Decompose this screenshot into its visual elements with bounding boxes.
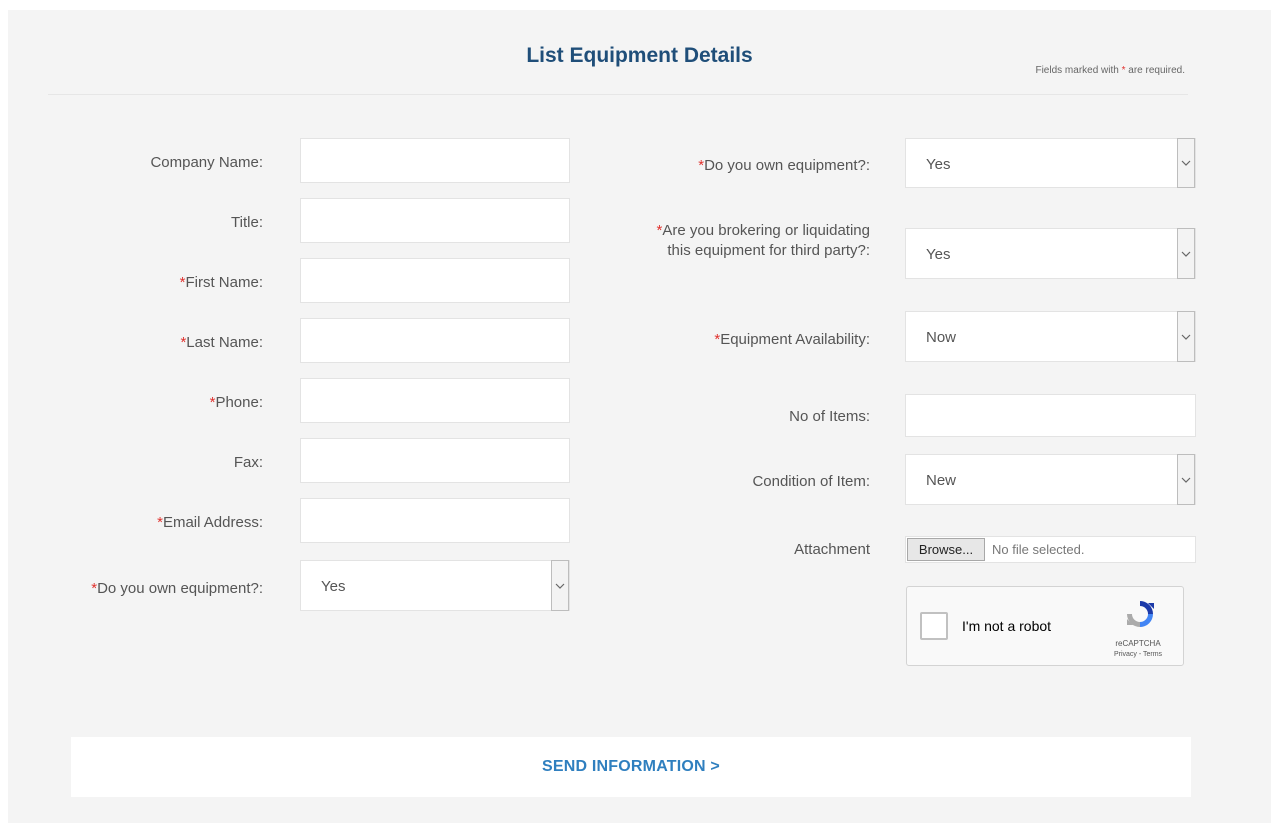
selected-value: Yes <box>926 156 951 173</box>
fax-input[interactable] <box>300 438 570 483</box>
own-equipment-label: *Do you own equipment?: <box>568 156 870 176</box>
phone-input[interactable] <box>300 378 570 423</box>
first-name-label: *First Name: <box>8 273 263 293</box>
label-text: Email Address: <box>162 514 263 531</box>
label-text: Are you brokering or liquidating <box>662 222 870 239</box>
company-name-label: Company Name: <box>8 153 263 173</box>
first-name-input[interactable] <box>300 258 570 303</box>
chevron-down-icon[interactable] <box>1177 228 1195 279</box>
label-text: Do you own equipment?: <box>97 580 263 597</box>
brokering-label-line1: *Are you brokering or liquidating <box>568 221 870 241</box>
own-equipment-select[interactable]: Yes <box>905 138 1196 188</box>
label-text: Title: <box>231 214 263 231</box>
chevron-down-icon[interactable] <box>1177 311 1195 362</box>
header-divider <box>48 94 1188 95</box>
phone-label: *Phone: <box>8 393 263 413</box>
label-text: Fax: <box>233 454 263 471</box>
file-status: No file selected. <box>992 542 1085 557</box>
brokering-label-line2: this equipment for third party?: <box>667 242 870 259</box>
recaptcha-brand: reCAPTCHA <box>1115 639 1161 648</box>
label-text: Do you own equipment?: <box>704 157 870 174</box>
availability-select[interactable]: Now <box>905 311 1196 362</box>
send-information-label: SEND INFORMATION > <box>542 758 720 775</box>
required-note-suffix: are required. <box>1125 65 1185 76</box>
selected-value: Yes <box>926 246 951 263</box>
no-items-input[interactable] <box>905 394 1196 437</box>
chevron-down-icon[interactable] <box>1177 138 1195 188</box>
condition-label: Condition of Item: <box>752 473 870 490</box>
recaptcha-icon <box>1123 597 1157 636</box>
label-text: Last Name: <box>186 334 263 351</box>
chevron-down-icon[interactable] <box>1177 454 1195 505</box>
own-equipment-select-left[interactable]: Yes <box>300 560 570 611</box>
attachment-file-input[interactable]: Browse... No file selected. <box>905 536 1196 563</box>
email-label: *Email Address: <box>8 513 263 533</box>
label-text: First Name: <box>185 274 263 291</box>
fax-label: Fax: <box>8 453 263 473</box>
condition-select[interactable]: New <box>905 454 1196 505</box>
captcha-label: I'm not a robot <box>962 618 1052 634</box>
last-name-label: *Last Name: <box>8 333 263 353</box>
brokering-label: *Are you brokering or liquidating this e… <box>568 221 870 261</box>
required-note: Fields marked with * are required. <box>1035 65 1185 76</box>
attachment-label: Attachment <box>794 541 870 558</box>
label-text: Equipment Availability: <box>720 331 870 348</box>
no-items-label: No of Items: <box>789 408 870 425</box>
captcha-checkbox[interactable] <box>920 612 948 640</box>
brokering-select[interactable]: Yes <box>905 228 1196 279</box>
recaptcha-privacy-terms[interactable]: Privacy - Terms <box>1103 651 1173 658</box>
chevron-down-icon[interactable] <box>551 560 569 611</box>
required-note-prefix: Fields marked with <box>1035 65 1122 76</box>
recaptcha-widget: I'm not a robot reCAPTCHA Privacy - Term… <box>906 586 1184 666</box>
selected-value: New <box>926 472 957 489</box>
title-label: Title: <box>8 213 263 233</box>
availability-label: *Equipment Availability: <box>568 330 870 350</box>
send-information-button[interactable]: SEND INFORMATION > <box>71 737 1191 797</box>
company-name-input[interactable] <box>300 138 570 183</box>
selected-value: Yes <box>321 578 346 595</box>
title-input[interactable] <box>300 198 570 243</box>
selected-value: Now <box>926 329 957 346</box>
last-name-input[interactable] <box>300 318 570 363</box>
browse-button[interactable]: Browse... <box>907 538 985 561</box>
own-equipment-label-left: *Do you own equipment?: <box>8 579 263 599</box>
form-panel: List Equipment Details Fields marked wit… <box>8 10 1271 823</box>
label-text: Company Name: <box>150 154 263 171</box>
label-text: Phone: <box>215 394 263 411</box>
email-field[interactable] <box>300 498 570 543</box>
